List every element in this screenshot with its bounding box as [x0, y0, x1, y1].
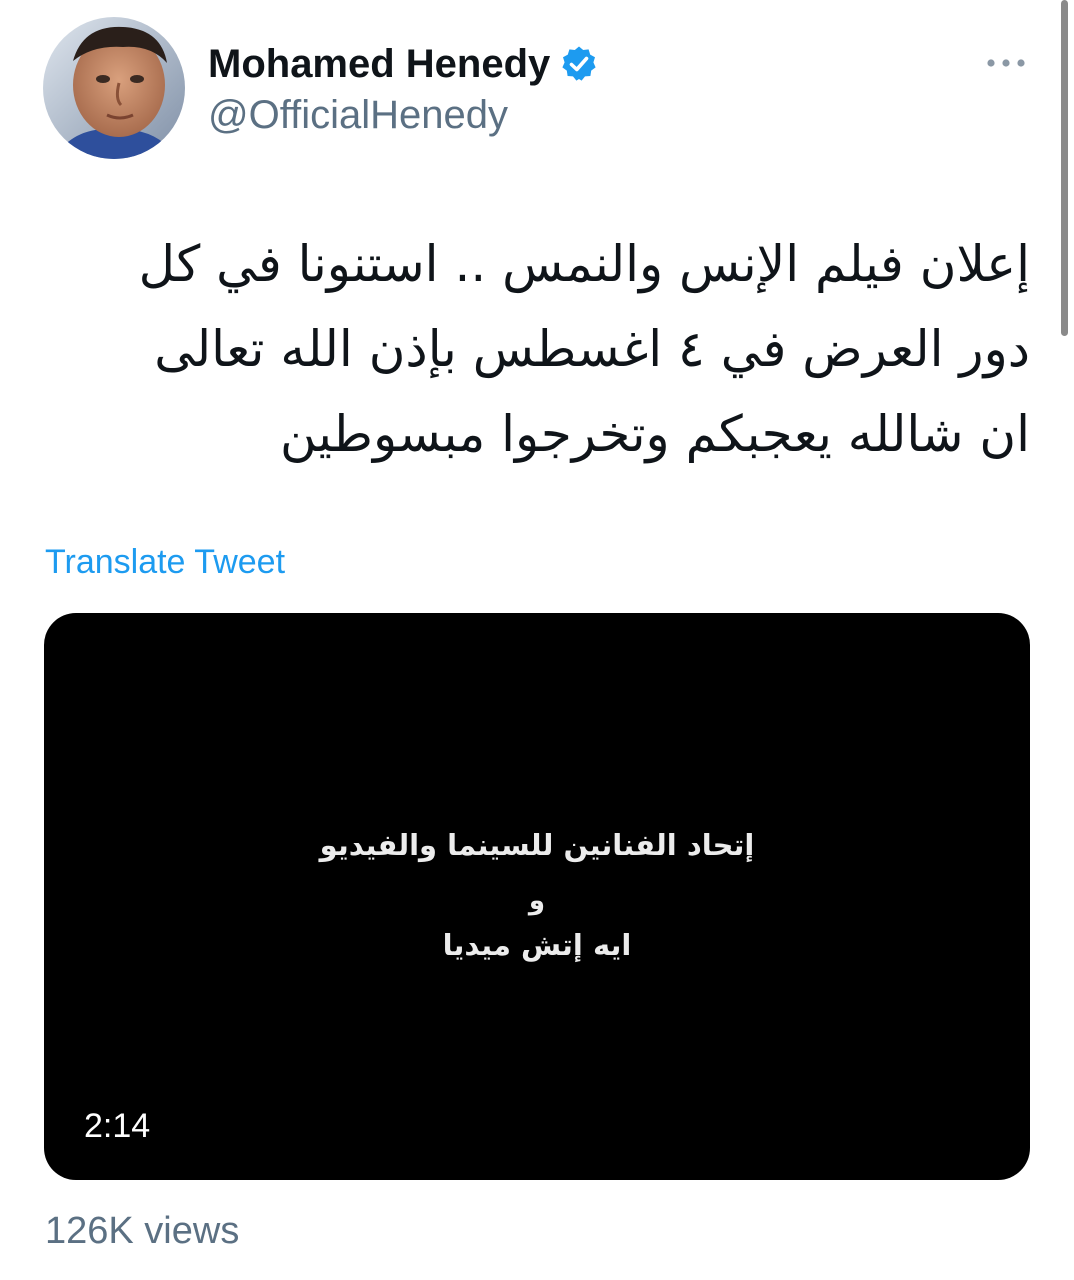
video-overlay-text: و [528, 886, 546, 916]
video-duration: 2:14 [84, 1107, 151, 1145]
tweet-text-line: إعلان فيلم الإنس والنمس .. استنونا في كل [138, 235, 1030, 293]
tweet-text-line: ان شالله يعجبكم وتخرجوا مبسوطين [280, 405, 1030, 463]
author-handle[interactable]: @OfficialHenedy [208, 90, 508, 140]
translate-tweet-link[interactable]: Translate Tweet [45, 540, 285, 584]
scrollbar-thumb[interactable] [1061, 0, 1068, 336]
avatar-photo [43, 17, 185, 159]
tweet-text-line-1: إعلان فيلم الإنس والنمس .. استنونا في كل [45, 222, 1030, 307]
tweet-text-line-2: دور العرض في ٤ اغسطس بإذن الله تعالى [45, 307, 1030, 392]
author-name-row: Mohamed Henedy [208, 38, 598, 90]
more-horizontal-icon[interactable] [984, 48, 1028, 78]
tweet-text-line: دور العرض في ٤ اغسطس بإذن الله تعالى [154, 320, 1030, 378]
video-overlay-text: ايه إتش ميديا [442, 928, 632, 962]
verified-badge-icon [560, 45, 598, 83]
view-count: 126K views [45, 1210, 240, 1252]
avatar[interactable] [43, 17, 185, 159]
video-player[interactable]: إتحاد الفنانين للسينما والفيديو و ايه إت… [44, 613, 1030, 1180]
video-overlay-text: إتحاد الفنانين للسينما والفيديو [319, 828, 755, 862]
author-name[interactable]: Mohamed Henedy [208, 38, 550, 90]
tweet-text-line-3: ان شالله يعجبكم وتخرجوا مبسوطين [45, 392, 1030, 477]
tweet-text: إعلان فيلم الإنس والنمس .. استنونا في كل… [45, 222, 1030, 477]
